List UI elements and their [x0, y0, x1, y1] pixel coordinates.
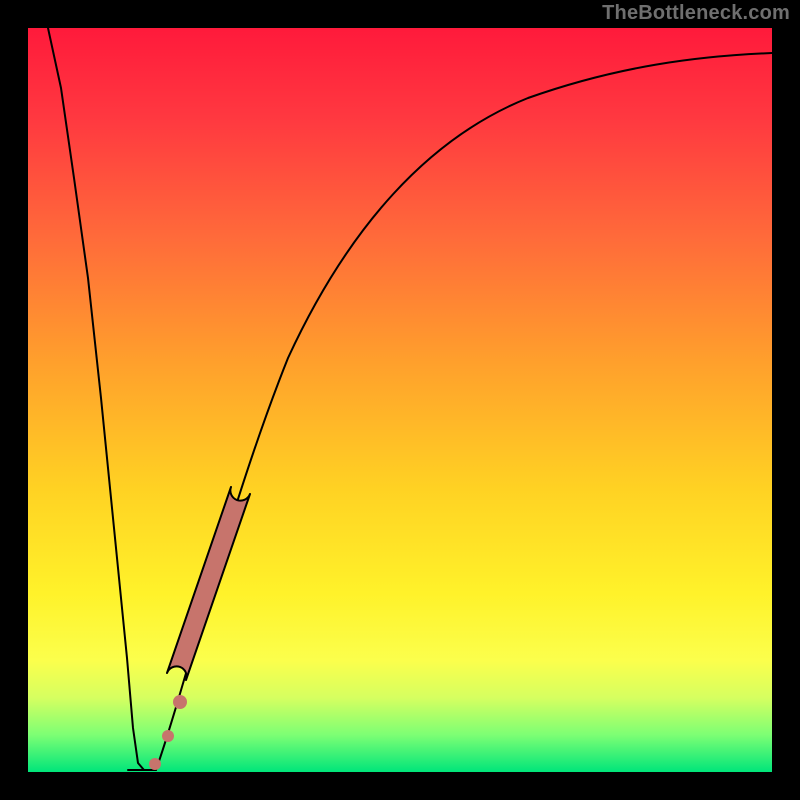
watermark-text: TheBottleneck.com — [602, 2, 790, 25]
datapoint — [173, 695, 187, 709]
datapoint-cluster — [167, 487, 250, 680]
datapoint — [162, 730, 174, 742]
datapoint — [149, 758, 161, 770]
plot-area — [28, 28, 772, 772]
highlighted-datapoints — [28, 28, 772, 772]
chart-frame: TheBottleneck.com — [0, 0, 800, 800]
